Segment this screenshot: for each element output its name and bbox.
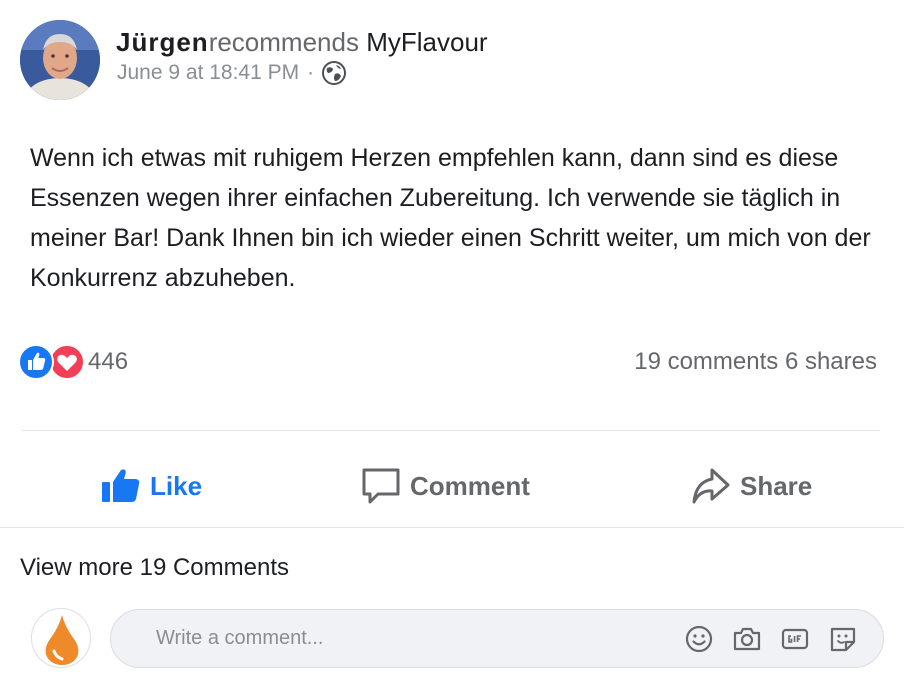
post-meta: June 9 at 18:41 PM · [117, 60, 347, 86]
comment-composer [110, 609, 884, 668]
emoji-icon[interactable] [683, 623, 715, 655]
divider [0, 527, 904, 528]
globe-icon[interactable] [321, 60, 347, 86]
post-action-text: recommends [208, 27, 359, 57]
sticker-icon[interactable] [827, 623, 859, 655]
share-arrow-icon [692, 468, 730, 504]
comment-button-label: Comment [410, 470, 530, 501]
comment-button[interactable]: Comment [360, 462, 530, 510]
reactions-summary[interactable]: 446 [18, 344, 128, 380]
comment-tools [683, 623, 883, 655]
flavour-drop-logo-icon [45, 615, 79, 665]
like-reaction-icon [18, 344, 54, 380]
gif-icon[interactable] [779, 623, 811, 655]
post-timestamp[interactable]: June 9 at 18:41 PM [117, 61, 299, 85]
view-more-comments-link[interactable]: View more 19 Comments [20, 554, 289, 582]
camera-icon[interactable] [731, 623, 763, 655]
author-avatar[interactable] [20, 20, 100, 100]
reaction-count: 446 [88, 348, 129, 375]
comment-input[interactable] [156, 627, 683, 650]
like-button-label: Like [150, 470, 203, 501]
share-button-label: Share [740, 470, 813, 501]
meta-separator: · [307, 61, 315, 84]
thumbs-up-icon [102, 469, 140, 502]
post-header: Jürgenrecommends MyFlavour [116, 27, 488, 58]
page-name-link[interactable]: MyFlavour [366, 27, 487, 57]
divider [22, 430, 880, 431]
like-button[interactable]: Like [100, 462, 202, 510]
commenter-avatar[interactable] [31, 608, 91, 668]
love-reaction-icon [49, 344, 85, 380]
author-name[interactable]: Jürgen [116, 27, 209, 57]
speech-bubble-icon [362, 468, 400, 504]
comments-shares-count[interactable]: 19 comments 6 shares [634, 348, 877, 376]
post-body-text: Wenn ich etwas mit ruhigem Herzen empfeh… [30, 144, 871, 292]
share-button[interactable]: Share [690, 462, 812, 510]
